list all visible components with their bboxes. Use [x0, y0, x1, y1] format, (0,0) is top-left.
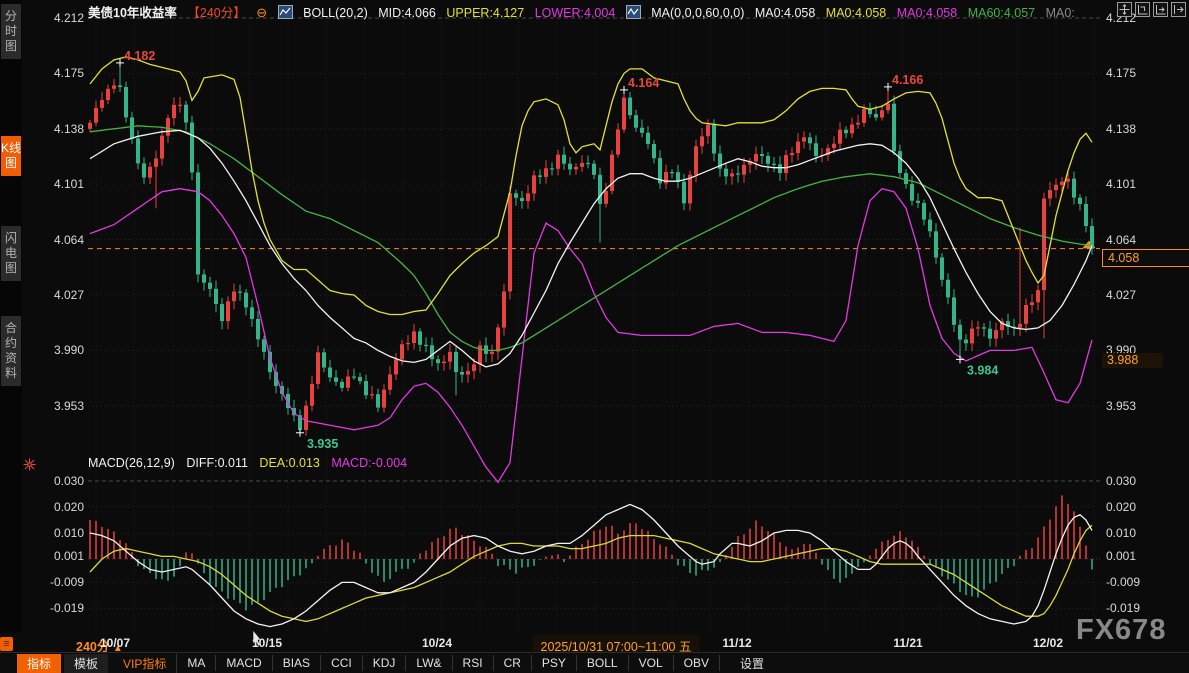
x-axis-strip: ≡ 240分 ▲ 10/0710/1510/2411/1211/2112/02 … — [0, 633, 1189, 653]
toolbar-button-RSI[interactable]: RSI — [453, 655, 494, 671]
macd-axis-label-left: 0.020 — [24, 500, 84, 514]
period-tag: 【240分】 — [187, 6, 245, 20]
svg-text:4.182: 4.182 — [124, 49, 155, 63]
price-axis-label-left: 4.175 — [24, 66, 84, 80]
date-tick-label: 11/21 — [893, 636, 922, 650]
price-axis-label-right: 4.064 — [1106, 233, 1136, 247]
ma0-magenta-value: MA0:4.058 — [897, 6, 957, 20]
toolbar-button-LW&[interactable]: LW& — [406, 655, 452, 671]
sidebar-item-kline-chart[interactable]: K线图 — [1, 136, 21, 176]
svg-text:3.984: 3.984 — [967, 363, 998, 377]
toolbar-button-BIAS[interactable]: BIAS — [273, 655, 321, 671]
price-axis-label-right: 4.027 — [1106, 288, 1136, 302]
macd-axis-label-left: 0.010 — [24, 526, 84, 540]
exit-pane-icon[interactable] — [1171, 2, 1186, 17]
macd-dea-value: DEA:0.013 — [259, 456, 319, 470]
toolbar-button-BOLL[interactable]: BOLL — [577, 655, 629, 671]
ma-label: MA(0,0,0,60,0,0) — [651, 6, 744, 20]
price-axis-label-left: 4.101 — [24, 177, 84, 191]
ma60-line — [90, 126, 1092, 351]
macd-label: MACD(26,12,9) — [88, 456, 175, 470]
last-price-badge: 4.058 — [1102, 249, 1189, 267]
indicator-anchor-icon[interactable] — [23, 458, 36, 476]
ma-indicator-icon[interactable] — [626, 5, 641, 19]
chart-header: 美债10年收益率 【240分】 ⊖ BOLL(20,2) MID:4.066 U… — [88, 2, 1082, 19]
ma0-empty-value: MA0: — [1046, 6, 1075, 20]
macd-diff-value: DIFF:0.011 — [186, 456, 248, 470]
svg-text:4.166: 4.166 — [892, 73, 923, 87]
app-window: 4.182 4.164 4.166 3.935 3.984 分时图 K线图 闪电图 合约… — [0, 0, 1189, 673]
price-axis-label-left: 4.212 — [24, 11, 84, 25]
toolbar-button-CCI[interactable]: CCI — [321, 655, 363, 671]
macd-value: MACD:-0.004 — [331, 456, 407, 470]
boll-mid-line — [90, 130, 1092, 367]
chart-window-controls — [1117, 2, 1186, 17]
boll-mid-value: MID:4.066 — [378, 6, 436, 20]
macd-axis-label-left: -0.009 — [24, 575, 84, 589]
price-axis-label-left: 4.064 — [24, 233, 84, 247]
macd-header: MACD(26,12,9) DIFF:0.011 DEA:0.013 MACD:… — [88, 456, 415, 470]
collapse-icon[interactable]: ⊖ — [256, 5, 267, 20]
date-tick-label: 10/15 — [252, 636, 282, 650]
macd-histogram — [90, 495, 1092, 610]
sidebar-item-lightning-chart[interactable]: 闪电图 — [1, 226, 21, 281]
macd-axis-label-right: -0.009 — [1106, 575, 1140, 589]
toolbar-button-OBV[interactable]: OBV — [674, 655, 720, 671]
boll-lower-line — [90, 189, 1092, 483]
axis-pane-right-icon[interactable] — [1153, 2, 1168, 17]
svg-text:4.164: 4.164 — [628, 76, 659, 90]
axis-pane-left-icon[interactable] — [1135, 2, 1150, 17]
price-axis-label-left: 3.953 — [24, 399, 84, 413]
date-tick-label: 11/12 — [722, 636, 751, 650]
toolbar-button-MACD[interactable]: MACD — [216, 655, 272, 671]
ma60-value: MA60:4.057 — [968, 6, 1035, 20]
boll-upper-value: UPPER:4.127 — [446, 6, 524, 20]
toolbar-button-指标[interactable]: 指标 — [17, 654, 61, 673]
macd-axis-label-right: 0.010 — [1106, 526, 1136, 540]
macd-axis-label-left: 0.030 — [24, 474, 84, 488]
indicator-toolbar: 指标模板 VIP指标MAMACDBIASCCIKDJLW&RSICRPSYBOLL… — [0, 652, 1189, 673]
toolbar-button-VOL[interactable]: VOL — [629, 655, 674, 671]
boll-label: BOLL(20,2) — [303, 6, 368, 20]
macd-axis-label-right: 0.001 — [1106, 549, 1136, 563]
instrument-title: 美债10年收益率 — [88, 6, 177, 20]
ma0-yellow-value: MA0:4.058 — [826, 6, 886, 20]
pan-move-icon[interactable] — [1117, 2, 1132, 17]
secondary-price-badge: 3.988 — [1102, 353, 1163, 368]
chart-canvas: 4.182 4.164 4.166 3.935 3.984 — [0, 0, 1189, 673]
candlestick-series — [88, 63, 1094, 436]
sidebar-item-timeline-chart[interactable]: 分时图 — [1, 4, 21, 59]
macd-axis-label-left: 0.001 — [24, 549, 84, 563]
date-tick-label: 10/24 — [422, 636, 452, 650]
price-axis-label-right: 3.953 — [1106, 399, 1136, 413]
toolbar-button-模板[interactable]: 模板 — [64, 654, 108, 673]
macd-axis-label-left: -0.019 — [24, 601, 84, 615]
corner-menu-icon[interactable]: ≡ — [0, 637, 13, 651]
toolbar-button-CR[interactable]: CR — [494, 655, 532, 671]
date-tick-label: 12/02 — [1033, 636, 1063, 650]
price-axis-label-right: 4.138 — [1106, 122, 1136, 136]
ma0-white-value: MA0:4.058 — [755, 6, 815, 20]
macd-axis-label-right: 0.020 — [1106, 500, 1136, 514]
svg-text:3.935: 3.935 — [307, 437, 338, 451]
toolbar-button-PSY[interactable]: PSY — [532, 655, 577, 671]
price-axis-label-right: 4.175 — [1106, 66, 1136, 80]
price-axis-label-left: 3.990 — [24, 343, 84, 357]
toolbar-button-KDJ[interactable]: KDJ — [363, 655, 407, 671]
date-tick-label: 10/07 — [100, 636, 130, 650]
toolbar-button-设置[interactable]: 设置 — [730, 654, 774, 673]
toolbar-button-VIP指标[interactable]: VIP指标 — [113, 654, 177, 673]
price-axis-label-right: 4.101 — [1106, 177, 1136, 191]
boll-indicator-icon[interactable] — [278, 5, 293, 19]
toolbar-button-MA[interactable]: MA — [177, 655, 216, 671]
sidebar-item-contract-info[interactable]: 合约资料 — [1, 316, 21, 386]
macd-axis-label-right: 0.030 — [1106, 474, 1136, 488]
price-axis-label-left: 4.027 — [24, 288, 84, 302]
boll-lower-value: LOWER:4.004 — [535, 6, 616, 20]
left-sidebar: 分时图 K线图 闪电图 合约资料 — [0, 0, 22, 633]
watermark: FX678 — [1076, 614, 1166, 647]
price-axis-label-left: 4.138 — [24, 122, 84, 136]
